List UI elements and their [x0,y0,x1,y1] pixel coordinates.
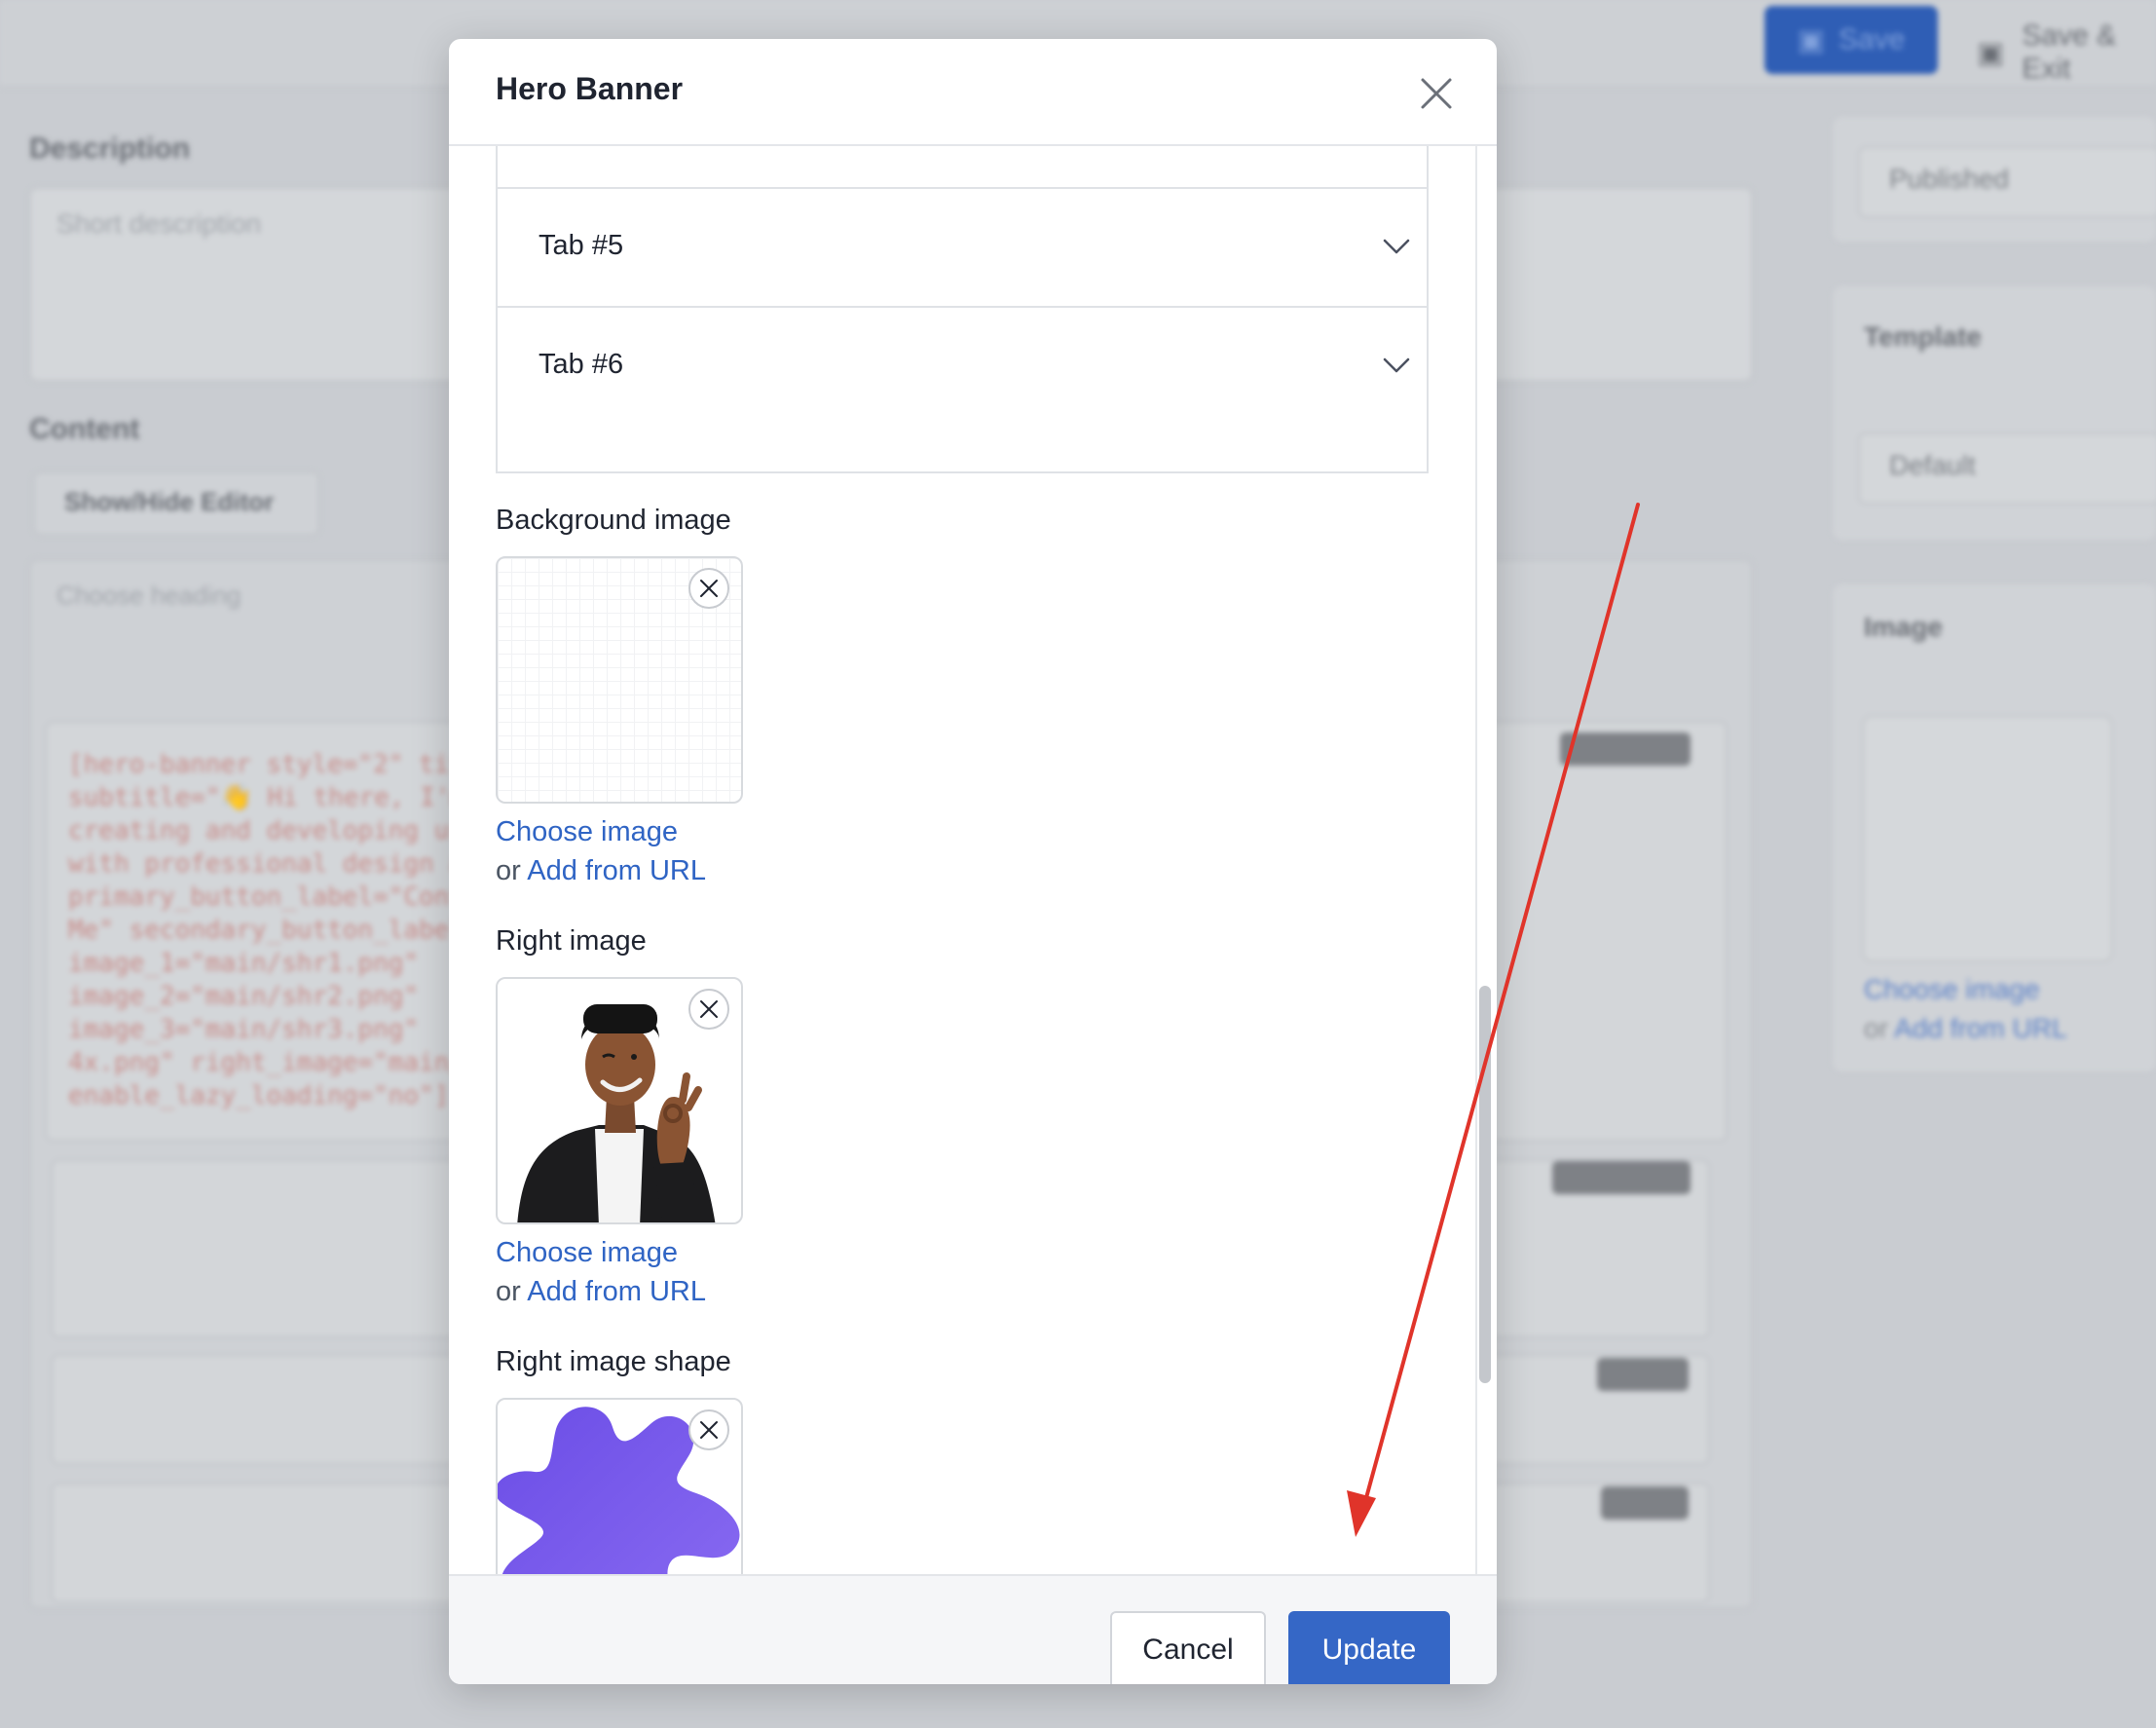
background-save-button: ▣ Save [1765,6,1938,74]
template-label: Template [1864,321,1982,352]
block-chip [1552,1161,1691,1194]
right-image-label: Right image [496,925,647,957]
right-image-shape-preview[interactable] [496,1398,743,1574]
background-choose-image-link: Choose image [1864,974,2040,1004]
right-image-preview[interactable] [496,977,743,1224]
chevron-down-icon [1383,357,1410,373]
accordion-item-label: Tab #5 [539,230,624,261]
modal-footer: Cancel Update [449,1574,1497,1684]
block-chip [1597,1358,1689,1391]
modal-title: Hero Banner [496,71,684,106]
close-icon [700,580,718,597]
remove-background-image-button[interactable] [688,568,729,609]
code-line: image_1="main/shr1.png" [68,949,420,978]
status-value: Published [1889,164,2009,194]
background-image-preview[interactable] [496,556,743,804]
code-line: 4x.png" right_image="main/p [68,1048,480,1077]
update-button[interactable]: Update [1288,1611,1450,1684]
accordion-item-tab-5[interactable]: Tab #5 [498,187,1427,306]
close-icon [700,1421,718,1439]
heading-select: Choose heading [56,581,242,610]
code-line: [hero-banner style="2" title= [68,750,510,779]
block-chip [1560,733,1691,766]
code-line: Me" secondary_button_label= [68,916,480,945]
choose-background-image-link[interactable]: Choose image [496,816,678,848]
content-label: Content [29,413,140,445]
remove-right-image-shape-button[interactable] [688,1409,729,1450]
choose-right-image-link[interactable]: Choose image [496,1237,678,1269]
background-or-text: or Add from URL [1864,1013,2067,1043]
background-image-url-line: or Add from URL [496,855,706,887]
add-background-image-url-link[interactable]: Add from URL [527,855,706,886]
modal-scrollbar-track [1475,146,1477,1574]
code-line: subtitle="👋 Hi there, I'm t [68,783,497,812]
background-save-exit-button: ▣ Save & Exit [1977,19,2117,85]
close-button[interactable] [1415,72,1458,115]
or-text: or [496,1276,521,1307]
description-placeholder: Short description [56,208,262,239]
accordion-item-tab-6[interactable]: Tab #6 [498,306,1427,425]
code-line: image_3="main/shr3.png" [68,1015,420,1044]
modal-scrollbar-thumb[interactable] [1479,986,1491,1383]
code-line: image_2="main/shr2.png" [68,982,420,1011]
chevron-down-icon [1383,239,1410,254]
code-line: enable_lazy_loading="no"][/ [68,1081,480,1110]
code-line: primary_button_label="Contac [68,883,496,912]
right-image-url-line: or Add from URL [496,1276,706,1308]
background-image-label: Background image [496,505,731,536]
tabs-accordion: Tab #5 Tab #6 [496,146,1429,473]
cancel-button[interactable]: Cancel [1110,1611,1266,1684]
image-placeholder [1862,715,2113,962]
hero-banner-modal: Hero Banner Tab #5 Tab #6 Background ima… [449,39,1497,1684]
right-image-shape-label: Right image shape [496,1346,731,1377]
modal-header: Hero Banner [449,39,1497,146]
code-line: with professional design an [68,849,480,879]
save-exit-icon: ▣ [1977,36,2005,69]
or-text: or [496,855,521,886]
block-chip [1601,1486,1689,1520]
close-icon [700,1000,718,1018]
description-label: Description [29,132,191,165]
modal-body[interactable]: Tab #5 Tab #6 Background image Choose im… [449,146,1497,1574]
add-right-image-url-link[interactable]: Add from URL [527,1276,706,1307]
save-icon: ▣ [1797,23,1825,56]
template-value: Default [1889,450,1976,480]
accordion-item-label: Tab #6 [539,349,624,380]
image-label: Image [1864,612,1943,642]
show-hide-editor-label: Show/Hide Editor [64,487,275,516]
code-line: creating and developing use [68,816,480,845]
close-icon [1421,78,1452,109]
remove-right-image-button[interactable] [688,989,729,1030]
